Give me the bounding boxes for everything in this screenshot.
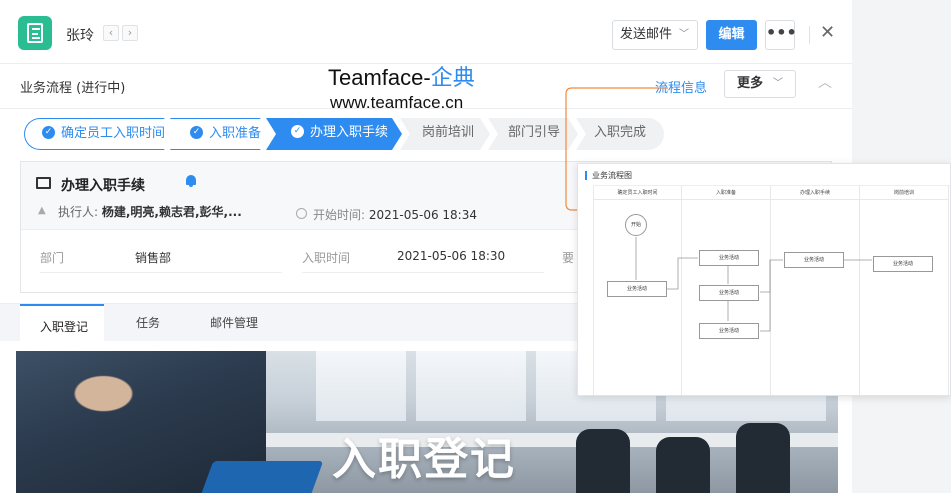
flow-node: 业务活动	[873, 256, 933, 272]
flow-node: 业务活动	[607, 281, 667, 297]
flow-diagram-popup: 业务流程图 确定员工入职时间 入职准备 办理入职手续 岗前培训 开始 业务活动 …	[577, 163, 951, 396]
flow-node: 业务活动	[699, 323, 759, 339]
flow-node: 业务活动	[699, 250, 759, 266]
flow-node: 业务活动	[699, 285, 759, 301]
flow-arrows	[635, 237, 872, 332]
flow-node: 业务活动	[784, 252, 844, 268]
flow-start-node: 开始	[625, 214, 647, 236]
